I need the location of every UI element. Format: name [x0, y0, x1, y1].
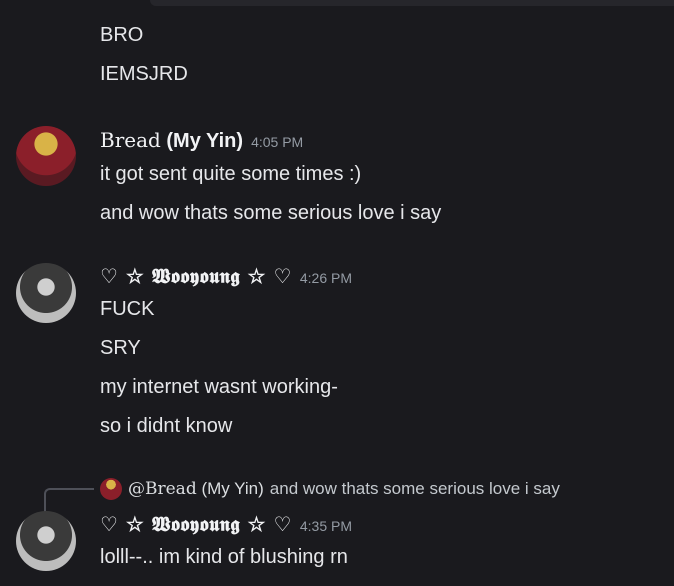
message-text: SRY — [100, 337, 141, 359]
message-text: FUCK — [100, 298, 155, 320]
username[interactable]: ♡ ☆ 𝖂𝖔𝖔𝖞𝖔𝖚𝖓𝖌 ☆ ♡ — [100, 264, 292, 288]
message-text: it got sent quite some times :) — [100, 163, 362, 185]
avatar — [100, 478, 122, 500]
message-input-edge — [150, 0, 674, 6]
timestamp: 4:35 PM — [299, 518, 353, 534]
avatar[interactable] — [16, 126, 76, 186]
reply-connector — [44, 488, 94, 514]
message-text: BRO — [100, 24, 144, 46]
timestamp: 4:26 PM — [299, 270, 353, 286]
reply-preview[interactable]: @Bread (My Yin) and wow thats some serio… — [100, 478, 560, 500]
reply-username[interactable]: @Bread (My Yin) — [128, 479, 264, 499]
username[interactable]: Bread (My Yin) — [100, 128, 243, 153]
reply-text[interactable]: and wow thats some serious love i say — [270, 479, 560, 499]
message-text: IEMSJRD — [100, 63, 188, 85]
message-text: my internet wasnt working- — [100, 376, 338, 398]
message-header: Bread (My Yin) 4:05 PM — [100, 128, 303, 153]
message-header: ♡ ☆ 𝖂𝖔𝖔𝖞𝖔𝖚𝖓𝖌 ☆ ♡ 4:35 PM — [100, 512, 352, 536]
avatar[interactable] — [16, 511, 76, 571]
message-header: ♡ ☆ 𝖂𝖔𝖔𝖞𝖔𝖚𝖓𝖌 ☆ ♡ 4:26 PM — [100, 264, 352, 288]
timestamp: 4:05 PM — [251, 134, 304, 150]
message-text: and wow thats some serious love i say — [100, 202, 442, 224]
message-text: so i didnt know — [100, 415, 233, 437]
username[interactable]: ♡ ☆ 𝖂𝖔𝖔𝖞𝖔𝖚𝖓𝖌 ☆ ♡ — [100, 512, 292, 536]
avatar[interactable] — [16, 263, 76, 323]
message-text: lolll--.. im kind of blushing rn — [100, 546, 348, 568]
